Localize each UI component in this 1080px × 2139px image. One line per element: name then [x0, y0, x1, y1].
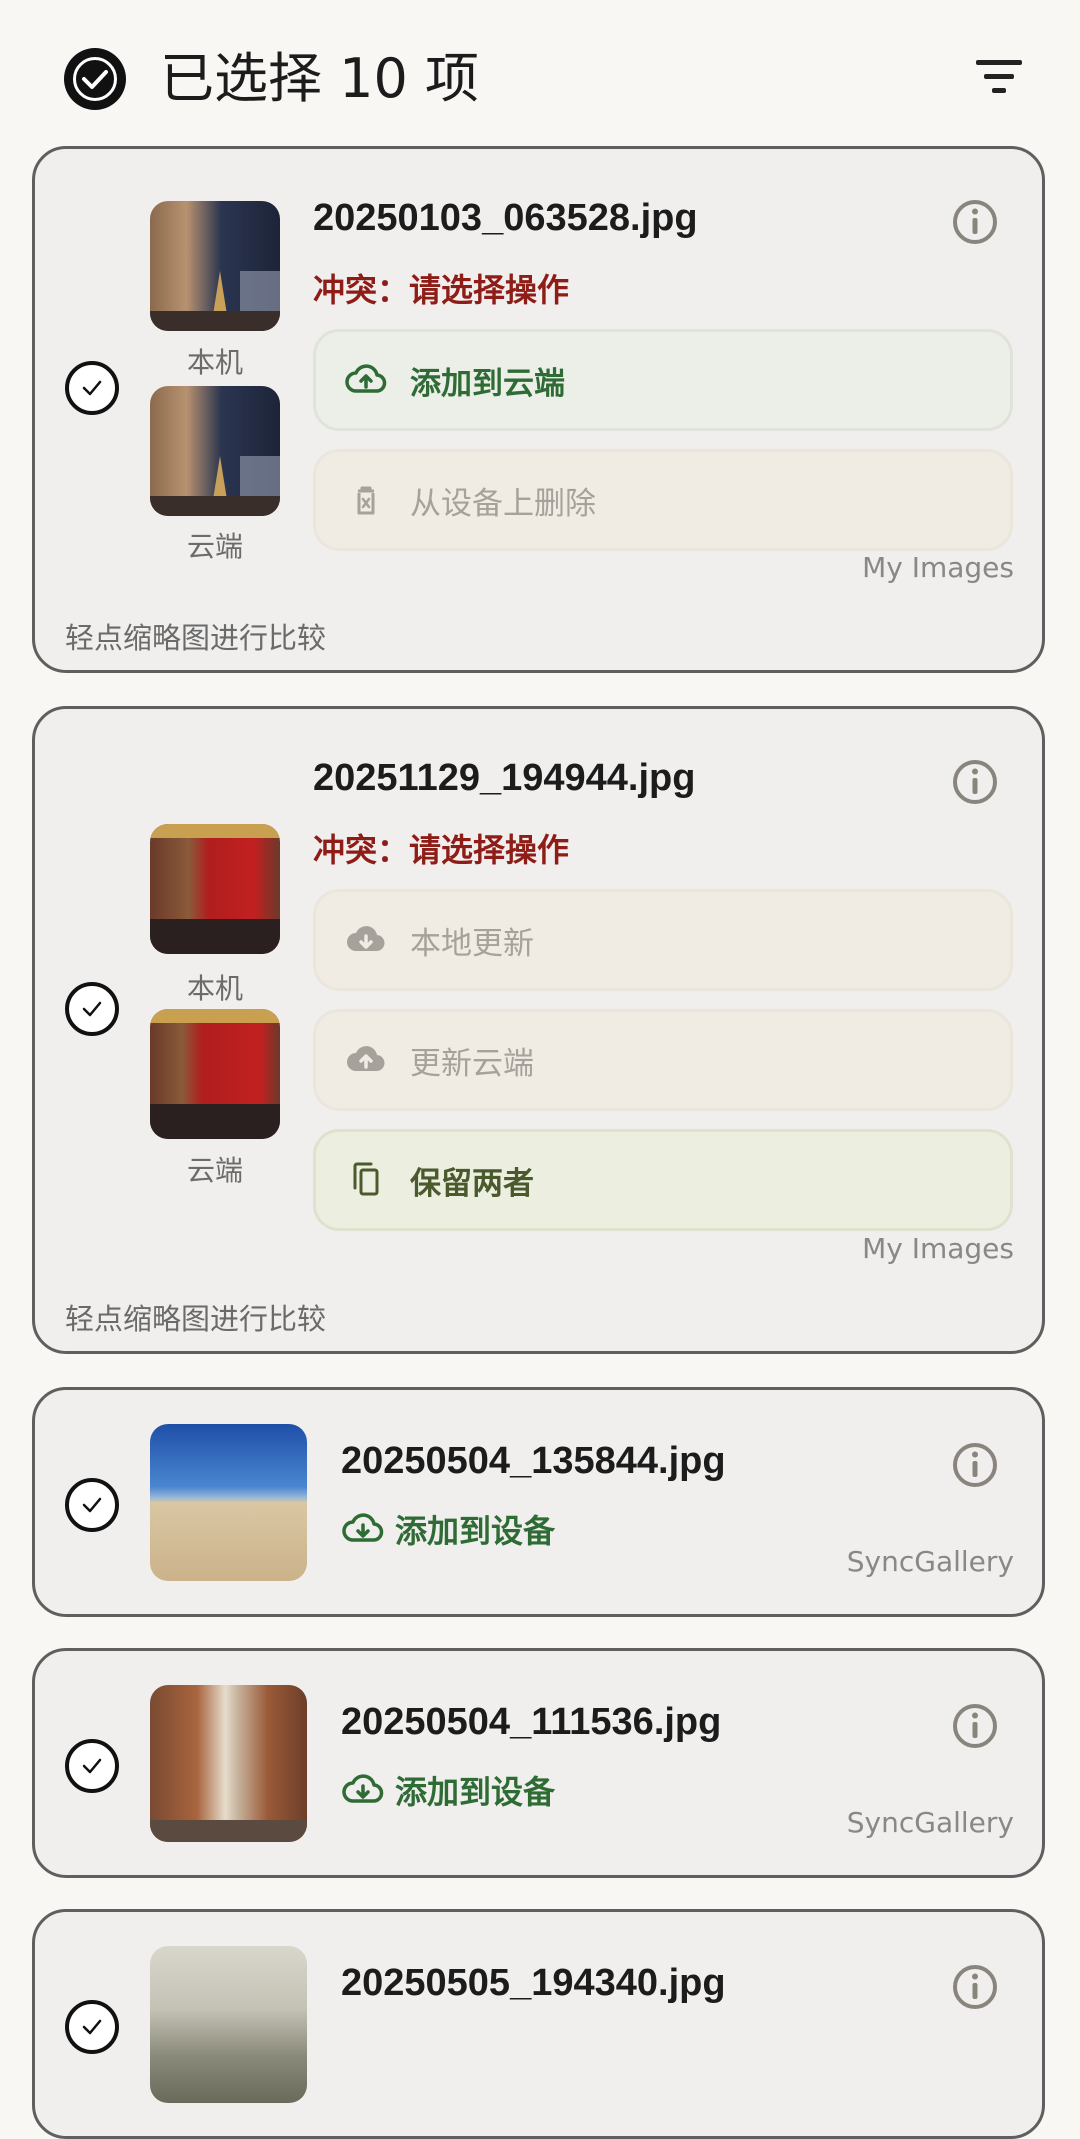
item-selected-check-icon[interactable] [65, 1478, 119, 1532]
file-card[interactable]: 本机 云端 20250103_063528.jpg 冲突：请选择操作 添加到云端… [32, 146, 1045, 673]
file-card[interactable]: 本机 云端 20251129_194944.jpg 冲突：请选择操作 本地更新 … [32, 706, 1045, 1354]
keep-both-button[interactable]: 保留两者 [313, 1129, 1013, 1231]
action-label: 添加到设备 [395, 1512, 556, 1550]
folder-name: SyncGallery [846, 1545, 1014, 1578]
update-cloud-button[interactable]: 更新云端 [313, 1009, 1013, 1111]
action-label: 添加到设备 [395, 1773, 556, 1811]
cloud-download-icon [347, 926, 385, 952]
cloud-upload-icon [345, 364, 387, 393]
file-name: 20250505_194340.jpg [341, 1962, 726, 2004]
local-label: 本机 [186, 346, 243, 379]
cloud-download-icon [342, 1513, 384, 1542]
item-selected-check-icon[interactable] [65, 361, 119, 415]
local-thumbnail[interactable] [150, 201, 280, 331]
compare-hint: 轻点缩略图进行比较 [65, 1302, 327, 1336]
action-label: 更新云端 [410, 1045, 534, 1082]
file-thumbnail[interactable] [150, 1424, 307, 1581]
cloud-upload-icon [347, 1046, 385, 1072]
action-label: 从设备上删除 [410, 485, 596, 522]
selection-header: 已选择 10 项 [0, 0, 1080, 145]
info-icon[interactable] [950, 757, 1000, 807]
info-icon[interactable] [950, 1440, 1000, 1490]
info-icon[interactable] [950, 1701, 1000, 1751]
file-name: 20250504_135844.jpg [341, 1440, 726, 1482]
filter-icon[interactable] [970, 52, 1030, 102]
selection-count-title: 已选择 10 项 [160, 47, 480, 110]
cloud-thumbnail[interactable] [150, 386, 280, 516]
item-selected-check-icon[interactable] [65, 2000, 119, 2054]
folder-name: My Images [862, 551, 1014, 584]
folder-name: SyncGallery [846, 1806, 1014, 1839]
file-name: 20250103_063528.jpg [313, 197, 698, 239]
file-thumbnail[interactable] [150, 1946, 307, 2103]
add-to-device-status[interactable]: 添加到设备 [341, 1506, 555, 1552]
cloud-label: 云端 [186, 1154, 243, 1187]
info-icon[interactable] [950, 1962, 1000, 2012]
info-icon[interactable] [950, 197, 1000, 247]
compare-hint: 轻点缩略图进行比较 [65, 621, 327, 655]
file-card[interactable]: 20250505_194340.jpg [32, 1909, 1045, 2139]
select-all-check-icon[interactable] [64, 48, 126, 110]
file-card[interactable]: 20250504_111536.jpg 添加到设备 SyncGallery [32, 1648, 1045, 1878]
delete-from-device-button[interactable]: 从设备上删除 [313, 449, 1013, 551]
copy-icon [353, 1162, 379, 1196]
file-name: 20250504_111536.jpg [341, 1701, 722, 1743]
action-label: 添加到云端 [410, 365, 565, 402]
file-name: 20251129_194944.jpg [313, 757, 696, 799]
action-label: 本地更新 [410, 925, 534, 962]
cloud-label: 云端 [186, 530, 243, 563]
local-label: 本机 [186, 972, 243, 1005]
add-to-device-status[interactable]: 添加到设备 [341, 1767, 555, 1813]
file-card[interactable]: 20250504_135844.jpg 添加到设备 SyncGallery [32, 1387, 1045, 1617]
cloud-thumbnail[interactable] [150, 1009, 280, 1139]
conflict-status: 冲突：请选择操作 [313, 271, 570, 309]
update-local-button[interactable]: 本地更新 [313, 889, 1013, 991]
item-selected-check-icon[interactable] [65, 1739, 119, 1793]
folder-name: My Images [862, 1232, 1014, 1265]
local-thumbnail[interactable] [150, 824, 280, 954]
cloud-download-icon [342, 1774, 384, 1803]
trash-icon [357, 486, 375, 515]
action-label: 保留两者 [410, 1165, 534, 1202]
conflict-status: 冲突：请选择操作 [313, 831, 570, 869]
file-thumbnail[interactable] [150, 1685, 307, 1842]
add-to-cloud-button[interactable]: 添加到云端 [313, 329, 1013, 431]
item-selected-check-icon[interactable] [65, 982, 119, 1036]
